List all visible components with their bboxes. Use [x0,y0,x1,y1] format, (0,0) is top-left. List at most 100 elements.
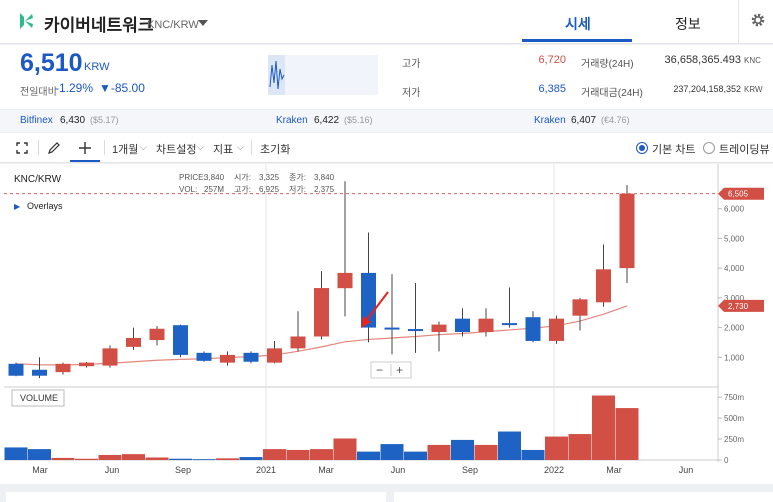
candle-body[interactable] [102,348,118,366]
exchange-usd: ($5.17) [90,115,119,125]
x-tick-label: Sep [175,465,191,475]
candle-body[interactable] [79,362,94,367]
chevron-down-icon[interactable]: ⌵ [237,142,244,153]
exchange-name-bitfinex[interactable]: Bitfinex [20,115,53,126]
exchange-name-kraken-eur[interactable]: Kraken [534,115,566,126]
volume-bar [451,439,474,460]
divider [738,0,739,44]
amount-unit: KRW [744,85,763,94]
candle-body[interactable] [384,327,400,330]
tab-info[interactable]: 정보 [675,14,701,34]
candle-body[interactable] [314,288,329,337]
exchange-usd: ($5.16) [344,115,373,125]
info-close-label: 종가: [289,173,306,182]
chevron-down-icon[interactable] [198,20,208,26]
candle-body[interactable] [243,352,259,362]
info-low-label: 저가: [289,185,306,194]
candle-body[interactable] [196,352,212,361]
price-summary: 6,510 KRW 전일대비 -1.29% ▼-85.00 고가 6,720 저… [0,45,773,109]
coin-title: 카이버네트워크 [44,16,154,35]
info-vol: 257M [204,185,224,194]
candle-body[interactable] [32,369,47,376]
kyber-logo-icon [20,13,33,29]
zoom-out-button[interactable]: − [376,363,383,377]
chart-canvas[interactable]: 1,0002,0003,0004,0005,0006,0000250m500m7… [0,164,773,484]
info-open: 3,325 [259,173,280,182]
volume-bar [310,449,333,460]
candle-body[interactable] [455,318,470,333]
volume-bar [592,395,615,460]
basic-chart-label: 기본 차트 [652,144,696,156]
candle-body[interactable] [525,317,541,341]
fullscreen-icon[interactable] [16,142,28,154]
candle-body[interactable] [431,324,447,333]
volume-bar [404,451,427,460]
candle-body[interactable] [619,193,635,269]
toolbar-divider [104,140,105,155]
low-label: 저가 [402,88,421,99]
x-tick-label: 2022 [544,465,564,475]
candle-body[interactable] [149,328,165,341]
candle-body[interactable] [290,336,306,349]
volume-label: VOLUME [20,393,58,403]
x-tick-label: Mar [606,465,622,475]
pencil-icon[interactable] [47,141,61,155]
volume-unit: KNC [744,56,761,65]
candle-body[interactable] [549,318,564,341]
candle-body[interactable] [55,363,71,373]
zoom-in-button[interactable]: + [396,363,403,377]
candle-body[interactable] [8,363,24,376]
info-low: 2,375 [314,185,335,194]
volume-bar [427,444,451,460]
crosshair-icon[interactable] [78,141,92,155]
x-tick-label: Jun [105,465,120,475]
indicator-select[interactable]: 지표 [213,141,233,157]
toolbar-divider [38,140,39,155]
chevron-down-icon[interactable]: ⌵ [140,142,147,153]
tradingview-radio[interactable] [703,142,715,154]
volume-bar [145,457,169,460]
exchange-name-kraken-usd[interactable]: Kraken [276,115,308,126]
volume-bar [263,449,286,460]
candle-body[interactable] [502,323,517,326]
volume-bar [615,408,639,460]
info-open-label: 시가: [234,173,251,182]
high-value: 6,720 [538,54,566,66]
overlays-toggle[interactable]: Overlays [27,201,63,211]
candle-body[interactable] [126,337,141,347]
panel-right [394,492,773,502]
change-percent: -1.29% [55,81,94,95]
candle-body[interactable] [173,325,188,355]
price-chart[interactable]: 1,000 2,000 3,000 4,000 5,000 6,000 0 250m 500m 7… [0,164,773,484]
tab-quote[interactable]: 시세 [565,14,591,34]
volume-bar [239,457,263,460]
volume-bar [28,449,51,460]
volume-bar [286,449,310,460]
change-amount: ▼-85.00 [99,81,145,95]
low-value: 6,385 [538,83,566,95]
candle-body[interactable] [408,329,423,332]
volume-value: 36,658,365.493 [664,54,741,66]
chart-settings-select[interactable]: 차트설정 [156,141,196,157]
y-tick-label: 6,000 [724,205,745,214]
info-high: 6,925 [259,185,280,194]
chevron-down-icon[interactable]: ⌵ [197,142,204,153]
ma-price-label: 2,730 [728,302,749,311]
candle-body[interactable] [220,354,235,363]
period-select[interactable]: 1개월 [112,141,138,157]
volume-bar [98,454,122,460]
candle-body[interactable] [572,299,588,316]
toolbar-divider [251,140,252,155]
gear-icon[interactable] [750,12,766,28]
volume-bar [51,457,75,460]
basic-chart-radio[interactable] [636,142,648,154]
volume-bar [568,434,592,460]
overlays-caret-icon[interactable]: ▶ [14,202,21,211]
candle-body[interactable] [596,269,611,303]
reset-button[interactable]: 초기화 [260,141,290,157]
candle-body[interactable] [337,272,353,289]
exchange-price: 6,422 [314,115,340,126]
x-tick-label: Mar [318,465,334,475]
candle-body[interactable] [267,348,282,363]
candle-body[interactable] [478,318,494,333]
